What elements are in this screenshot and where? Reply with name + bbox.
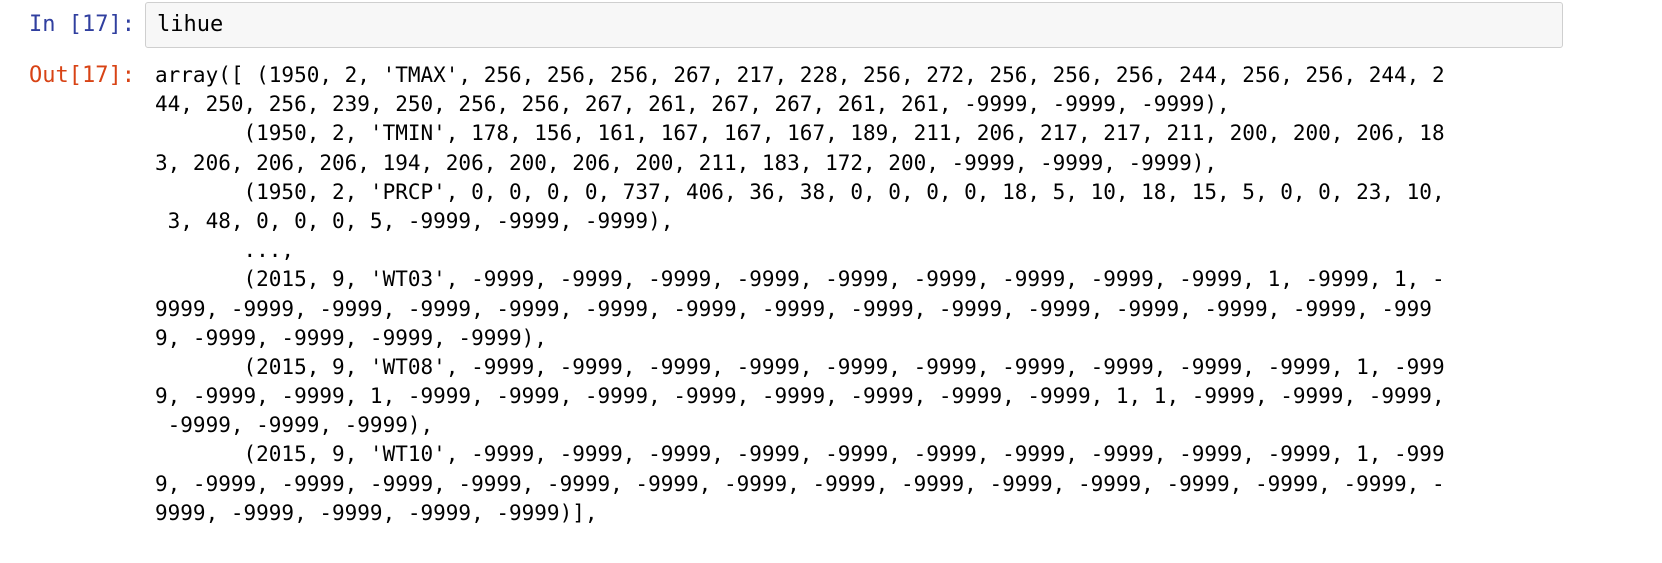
code-input[interactable]: lihue — [145, 2, 1563, 48]
output-line: 3, 206, 206, 206, 194, 206, 200, 206, 20… — [155, 150, 1218, 175]
output-line: array([ (1950, 2, 'TMAX', 256, 256, 256,… — [155, 63, 1445, 87]
output-line: (2015, 9, 'WT03', -9999, -9999, -9999, -… — [155, 267, 1445, 292]
output-line: ..., — [155, 238, 295, 263]
output-text: array([ (1950, 2, 'TMAX', 256, 256, 256,… — [145, 61, 1645, 561]
notebook: In [17]: lihue Out[17]: array([ (1950, 2… — [0, 0, 1662, 563]
output-line: 9, -9999, -9999, -9999, -9999), — [155, 325, 547, 350]
output-line: 9999, -9999, -9999, -9999, -9999, -9999,… — [155, 296, 1432, 321]
output-line: 9999, -9999, -9999, -9999, -9999)], — [155, 500, 598, 525]
input-cell[interactable]: In [17]: lihue — [0, 2, 1662, 50]
output-line: (2015, 9, 'WT08', -9999, -9999, -9999, -… — [155, 354, 1445, 379]
output-line: (1950, 2, 'PRCP', 0, 0, 0, 0, 737, 406, … — [155, 179, 1445, 204]
output-line: 44, 250, 256, 239, 250, 256, 256, 267, 2… — [155, 92, 1230, 117]
input-prompt: In [17]: — [29, 12, 135, 37]
output-line: 9, -9999, -9999, 1, -9999, -9999, -9999,… — [155, 384, 1445, 409]
output-line: (1950, 2, 'TMIN', 178, 156, 161, 167, 16… — [155, 121, 1445, 146]
output-line: 9, -9999, -9999, -9999, -9999, -9999, -9… — [155, 471, 1445, 496]
output-line: -9999, -9999, -9999), — [155, 413, 434, 438]
output-line: 3, 48, 0, 0, 0, 5, -9999, -9999, -9999), — [155, 208, 674, 233]
output-prompt: Out[17]: — [29, 63, 135, 88]
output-line: (2015, 9, 'WT10', -9999, -9999, -9999, -… — [155, 442, 1445, 467]
output-cell: Out[17]: array([ (1950, 2, 'TMAX', 256, … — [0, 61, 1662, 561]
